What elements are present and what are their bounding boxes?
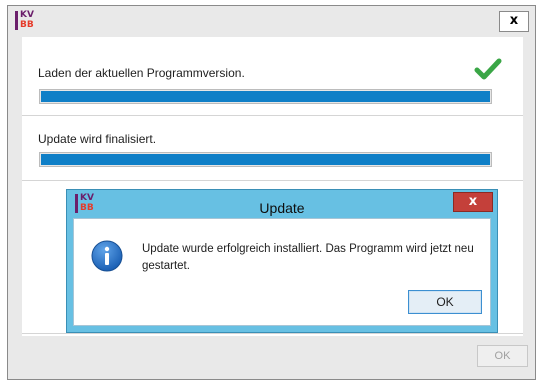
step-1-label: Laden der aktuellen Programmversion.	[38, 66, 245, 80]
dialog-body: Update wurde erfolgreich installiert. Da…	[73, 218, 491, 326]
dialog-close-button[interactable]: x	[453, 192, 493, 212]
main-ok-button[interactable]: OK	[477, 345, 528, 367]
checkmark-icon	[474, 58, 502, 80]
dialog-ok-button[interactable]: OK	[408, 290, 482, 314]
title-bar: KV BB x	[8, 6, 535, 37]
update-dialog: KV BB Update x Update wurde erfolgreich …	[66, 189, 498, 333]
updater-window: KV BB x Laden der aktuellen Programmvers…	[7, 5, 536, 380]
step-1-progress-fill	[41, 91, 490, 102]
dialog-title: Update	[259, 200, 305, 216]
step-1-progress-bar	[39, 89, 492, 104]
divider	[22, 180, 523, 181]
dialog-message: Update wurde erfolgreich installiert. Da…	[142, 243, 474, 272]
step-2-progress-bar	[39, 152, 492, 167]
kvbb-logo: KV BB	[15, 11, 35, 31]
divider	[22, 115, 523, 116]
step-2-label: Update wird finalisiert.	[38, 132, 157, 146]
divider	[22, 333, 523, 334]
step-2-progress-fill	[41, 154, 490, 165]
info-icon	[91, 240, 123, 272]
window-close-button[interactable]: x	[499, 11, 529, 32]
